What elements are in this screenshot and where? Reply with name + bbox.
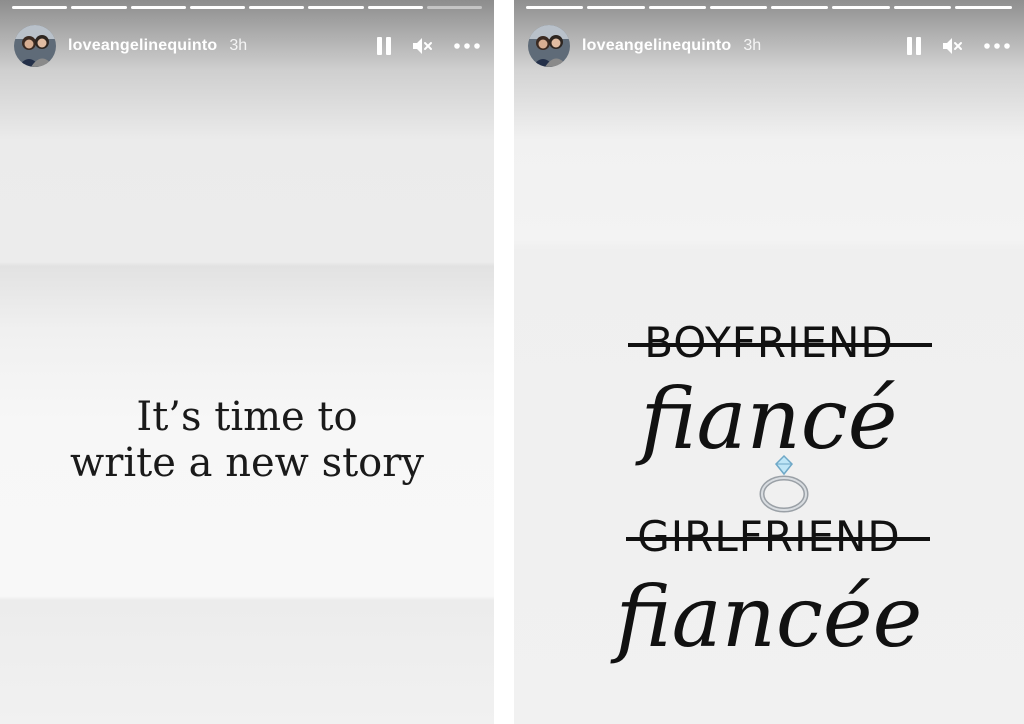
progress-segment: [130, 6, 186, 9]
mute-icon[interactable]: [942, 36, 964, 56]
progress-segment: [12, 6, 68, 9]
post-time: 3h: [743, 37, 762, 54]
story-text-line: write a new story: [70, 440, 424, 486]
progress-segment: [426, 6, 482, 9]
story-panel-left[interactable]: loveangelinequinto 3h It’s time to write…: [0, 0, 494, 724]
pause-icon[interactable]: [906, 36, 922, 56]
progress-segment: [526, 6, 584, 9]
story-header: loveangelinequinto 3h: [14, 24, 480, 68]
avatar[interactable]: [14, 25, 56, 67]
progress-segment: [308, 6, 364, 9]
pause-icon[interactable]: [376, 36, 392, 56]
script-word-fiance: fiancé: [640, 370, 898, 468]
progress-segment: [367, 6, 423, 9]
username[interactable]: loveangelinequinto: [582, 37, 731, 55]
strikethrough-line: [626, 537, 930, 541]
progress-segment: [249, 6, 305, 9]
story-header: loveangelinequinto 3h: [528, 24, 1010, 68]
progress-segment: [587, 6, 645, 9]
progress-segment: [189, 6, 245, 9]
progress-segment: [648, 6, 706, 9]
progress-segment: [893, 6, 951, 9]
avatar[interactable]: [528, 25, 570, 67]
progress-segment: [71, 6, 127, 9]
ring-icon: [754, 452, 814, 521]
more-options-icon[interactable]: [454, 43, 480, 49]
post-time: 3h: [229, 37, 248, 54]
progress-bar: [526, 6, 1012, 9]
story-text: It’s time to write a new story: [0, 394, 494, 486]
username[interactable]: loveangelinequinto: [68, 37, 217, 55]
strikethrough-line: [628, 343, 932, 347]
script-word-fiancee: fiancée: [615, 568, 923, 666]
progress-bar: [12, 6, 482, 9]
progress-segment: [709, 6, 767, 9]
progress-segment: [832, 6, 890, 9]
story-text-line: It’s time to: [136, 394, 358, 440]
story-panel-right[interactable]: loveangelinequinto 3h BOYFRIEND fiancé G…: [514, 0, 1024, 724]
mute-icon[interactable]: [412, 36, 434, 56]
more-options-icon[interactable]: [984, 43, 1010, 49]
progress-segment: [771, 6, 829, 9]
progress-segment: [954, 6, 1012, 9]
